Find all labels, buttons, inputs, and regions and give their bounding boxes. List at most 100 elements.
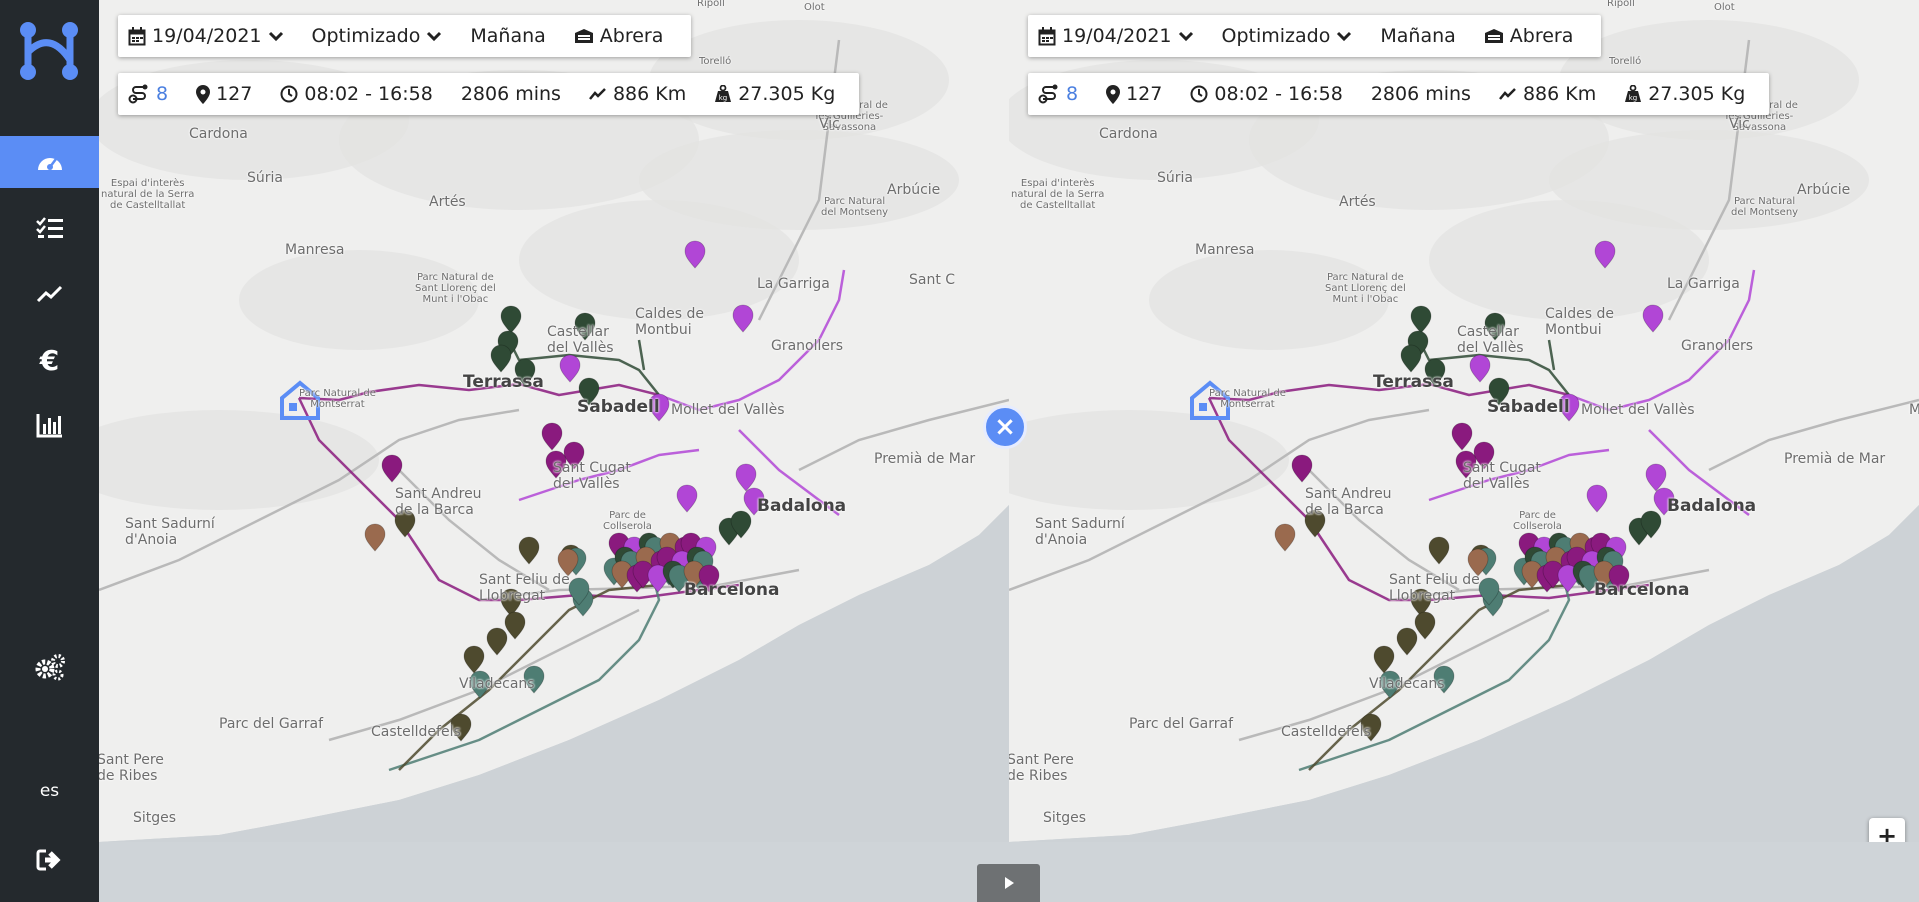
routes-count[interactable]: 8 <box>128 83 168 105</box>
map-label-badalona: Badalona <box>757 496 847 516</box>
mode-value: Optimizado <box>1221 25 1331 47</box>
clock-icon <box>1190 85 1208 103</box>
chevron-down-icon <box>1337 31 1352 42</box>
route-logo-icon[interactable] <box>18 20 82 82</box>
calendar-icon <box>128 26 146 45</box>
stops-count: 127 <box>196 83 252 105</box>
weight: kg 27.305 Kg <box>1624 83 1745 105</box>
date-value: 19/04/2021 <box>1062 25 1172 47</box>
weight: kg 27.305 Kg <box>714 83 835 105</box>
map-right[interactable]: OlotRipollTorellóParc Natural de les Gui… <box>1009 0 1919 842</box>
depot-select[interactable]: Abrera <box>574 25 664 47</box>
map-label-arbucies: Arbúcie <box>887 182 941 198</box>
nav-settings[interactable] <box>0 641 99 693</box>
map-label-vic: Vic <box>1729 116 1750 132</box>
close-icon: × <box>994 412 1016 442</box>
map-label-caldes: Caldes de Montbui <box>1545 306 1614 338</box>
weight-value: 27.305 Kg <box>738 83 836 105</box>
date-picker[interactable]: 19/04/2021 <box>1038 25 1194 47</box>
map-label-sant-feliu: Sant Feliu de Llobregat <box>479 572 570 604</box>
filter-toolbar-right: 19/04/2021 Optimizado Mañana Abrera <box>1028 15 1602 57</box>
map-label-torello: Torelló <box>1609 56 1642 67</box>
map-label-mollet: Mollet del Vallès <box>671 402 785 418</box>
map-label-serra-castelltallat: Espai d'interès natural de la Serra de C… <box>1011 178 1105 211</box>
trend-icon <box>1498 88 1516 100</box>
trend-icon <box>588 88 606 100</box>
map-label-castellar: Castellar del Vallès <box>1457 324 1524 356</box>
map-label-caldes: Caldes de Montbui <box>635 306 704 338</box>
map-label-granollers: Granollers <box>771 338 844 354</box>
stops-count: 127 <box>1106 83 1162 105</box>
zoom-in-button[interactable]: + <box>1869 818 1905 842</box>
map-label-montseny: Parc Natural del Montseny <box>1731 196 1799 218</box>
stats-toolbar-right: 8 127 08:02 - 16:58 2806 mins 886 Km kg … <box>1028 73 1770 115</box>
map-label-manresa: Manresa <box>1195 242 1255 258</box>
map-label-sant-andreu: Sant Andreu de la Barca <box>395 486 482 518</box>
sidebar: € es <box>0 0 99 902</box>
map-label-cardona: Cardona <box>189 126 248 142</box>
map-label-terrassa: Terrassa <box>463 372 544 392</box>
nav-dashboard[interactable] <box>0 136 99 188</box>
map-label-montserrat: Parc Natural de Montserrat <box>1209 388 1286 410</box>
nav-reports[interactable] <box>0 399 99 451</box>
close-compare-button[interactable]: × <box>983 405 1027 449</box>
map-marker-icon <box>196 84 211 104</box>
stops-value: 127 <box>216 83 253 105</box>
nav-tasks[interactable] <box>0 203 99 255</box>
time-window-value: 08:02 - 16:58 <box>304 83 433 105</box>
map-label-ripoll: Ripoll <box>697 0 725 9</box>
nav-trends[interactable] <box>0 268 99 320</box>
map-label-sitges: Sitges <box>1043 810 1087 826</box>
trend-icon <box>36 285 62 303</box>
route-icon <box>128 84 148 104</box>
routes-count[interactable]: 8 <box>1038 83 1078 105</box>
shift-select[interactable]: Mañana <box>470 25 545 47</box>
weight-icon: kg <box>715 85 732 102</box>
map-label-arbucies: Arbúcie <box>1797 182 1851 198</box>
nav-costs[interactable]: € <box>0 334 99 386</box>
route-icon <box>1038 84 1058 104</box>
routes-value: 8 <box>156 83 169 105</box>
routes-value: 8 <box>1066 83 1079 105</box>
map-label-viladecans: Viladecans <box>459 676 535 692</box>
map-label-viladecans: Viladecans <box>1369 676 1445 692</box>
duration-value: 2806 mins <box>1370 83 1471 105</box>
stops-value: 127 <box>1126 83 1163 105</box>
map-left[interactable]: OlotRipollTorellóParc Natural de les Gui… <box>99 0 1009 842</box>
map-label-mollet: Mollet del Vallès <box>1581 402 1695 418</box>
map-label-montserrat: Parc Natural de Montserrat <box>299 388 376 410</box>
filter-toolbar-left: 19/04/2021 Optimizado Mañana Abrera <box>118 15 692 57</box>
weight-value: 27.305 Kg <box>1648 83 1746 105</box>
date-picker[interactable]: 19/04/2021 <box>128 25 284 47</box>
terrain-shade <box>1549 130 1869 230</box>
map-label-serra-castelltallat: Espai d'interès natural de la Serra de C… <box>101 178 195 211</box>
map-label-la-garriga: La Garriga <box>757 276 830 292</box>
mode-select[interactable]: Optimizado <box>312 25 443 47</box>
map-label-sant-llorenc: Parc Natural de Sant Llorenç del Munt i … <box>1325 272 1406 305</box>
logout-icon <box>36 849 61 871</box>
mode-value: Optimizado <box>311 25 421 47</box>
shift-select[interactable]: Mañana <box>1380 25 1455 47</box>
distance-value: 886 Km <box>612 83 687 105</box>
time-window: 08:02 - 16:58 <box>280 83 433 105</box>
settings-icon <box>35 654 65 681</box>
nav-logout[interactable] <box>0 834 99 886</box>
svg-text:kg: kg <box>719 94 728 102</box>
depot-value: Abrera <box>599 25 664 47</box>
language-selector[interactable]: es <box>0 776 99 806</box>
play-icon <box>1004 877 1014 889</box>
duration: 2806 mins <box>461 83 561 105</box>
map-label-granollers: Granollers <box>1681 338 1754 354</box>
map-label-sant-sadurni: Sant Sadurní d'Anoia <box>125 516 215 548</box>
play-button[interactable] <box>977 864 1040 902</box>
map-label-barcelona: Barcelona <box>1594 580 1690 600</box>
chevron-down-icon <box>427 31 442 42</box>
shift-value: Mañana <box>470 25 546 47</box>
map-label-sant-llorenc: Parc Natural de Sant Llorenç del Munt i … <box>415 272 496 305</box>
map-label-ripoll: Ripoll <box>1607 0 1635 9</box>
depot-select[interactable]: Abrera <box>1484 25 1573 47</box>
map-label-premia: Premià de Mar <box>1784 451 1886 467</box>
map-label-cardona: Cardona <box>1099 126 1158 142</box>
distance: 886 Km <box>588 83 687 105</box>
mode-select[interactable]: Optimizado <box>1222 25 1353 47</box>
